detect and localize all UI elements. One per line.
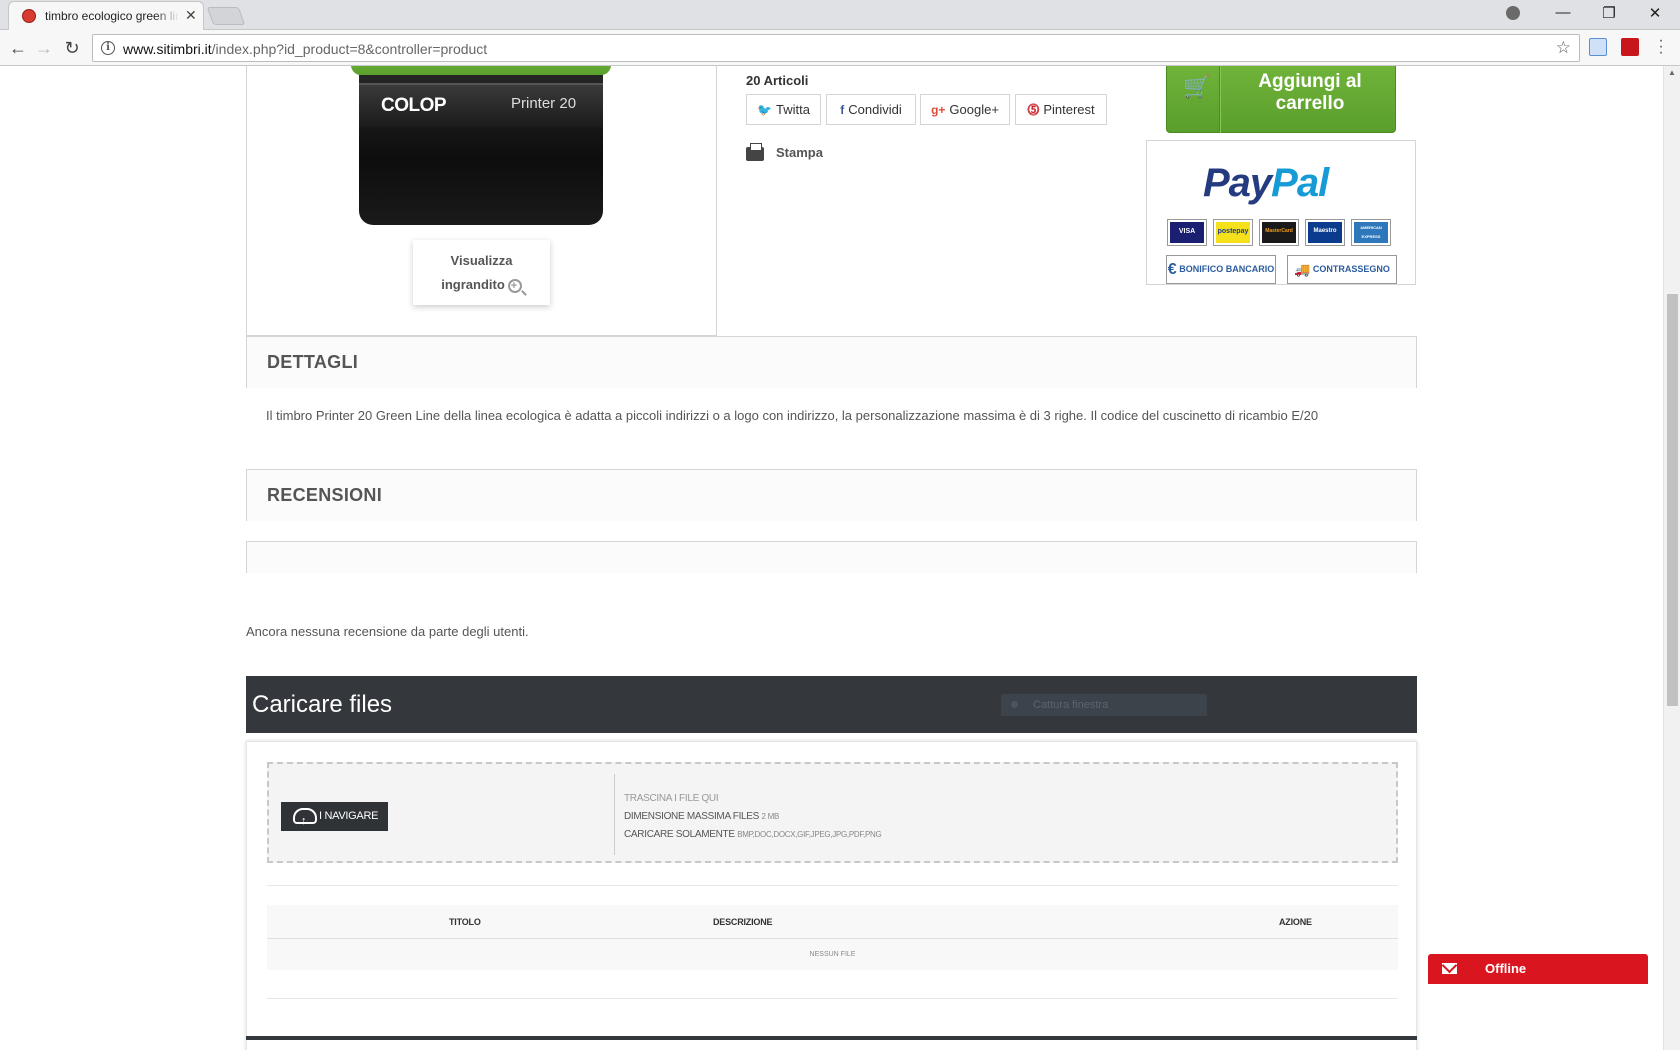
facebook-icon: f <box>840 103 845 117</box>
chat-offline-button[interactable]: Offline <box>1428 954 1648 984</box>
cloud-upload-icon <box>293 807 317 836</box>
browse-files-label: I NAVIGARE <box>319 810 379 822</box>
url-host: www.sitimbri.it <box>123 41 212 57</box>
details-text: Il timbro Printer 20 Green Line della li… <box>266 408 1319 423</box>
max-size-value: 2 MB <box>761 812 780 821</box>
printer-icon <box>746 142 764 161</box>
paypal-logo-part2: Pal <box>1271 161 1329 205</box>
column-description: DESCRIZIONE <box>713 917 773 927</box>
amex-card-icon: AMERICAN EXPRESS <box>1351 219 1391 246</box>
share-facebook-button[interactable]: f Condividi <box>826 94 916 125</box>
google-plus-icon: g+ <box>931 103 946 117</box>
maestro-card-icon: Maestro <box>1305 219 1345 246</box>
max-size-label: DIMENSIONE MASSIMA FILES <box>624 811 760 822</box>
zoom-in-icon <box>507 274 522 298</box>
paypal-logo: PayPal <box>1203 161 1329 206</box>
files-empty-row: NESSUN FILE <box>267 939 1398 970</box>
reload-button[interactable]: ↻ <box>60 36 84 60</box>
share-twitter-label: Twitta <box>775 102 810 117</box>
column-title: TITOLO <box>449 917 481 927</box>
maximize-button[interactable]: ❐ <box>1586 4 1632 22</box>
details-title: DETTAGLI <box>267 352 359 372</box>
scroll-up-icon[interactable]: ▲ <box>1668 68 1676 77</box>
visa-card-icon: VISA <box>1167 219 1207 246</box>
share-google-button[interactable]: g+ Google+ <box>920 94 1010 125</box>
share-pinterest-label: Pinterest <box>1043 102 1095 117</box>
allowed-types-label: CARICARE SOLAMENTE <box>624 829 735 840</box>
back-button[interactable]: ← <box>6 36 30 60</box>
share-google-label: Google+ <box>949 102 999 117</box>
site-info-icon[interactable]: i <box>101 41 115 55</box>
share-pinterest-button[interactable]: ⓹ Pinterest <box>1015 94 1107 125</box>
upload-title: Caricare files <box>252 691 393 718</box>
reviews-title: RECENSIONI <box>267 485 383 505</box>
allowed-types-value: BMP,DOC,DOCX,GIF,JPEG,JPG,PDF,PNG <box>737 830 882 839</box>
cart-icon: 🛒 <box>1183 74 1211 99</box>
page-scrollbar[interactable]: ▲ <box>1663 66 1680 1050</box>
bonifico-icon: € BONIFICO BANCARIO <box>1166 255 1276 284</box>
files-table-header: TITOLO DESCRIZIONE AZIONE <box>267 905 1398 939</box>
stock-count: 20 Articoli <box>746 73 809 88</box>
site-favicon-icon <box>22 9 36 23</box>
browser-tab-strip: timbro ecologico green line ✕ — ❐ ✕ <box>0 0 1680 30</box>
paypal-logo-part1: Pay <box>1203 161 1272 205</box>
stamp-brand-text: COLOP <box>381 95 447 116</box>
view-larger-label-2: ingrandito <box>441 277 505 292</box>
tab-close-icon[interactable]: ✕ <box>185 7 197 24</box>
upload-panel: I NAVIGARE TRASCINA I FILE QUI DIMENSION… <box>246 741 1417 1050</box>
chat-status-label: Offline <box>1485 961 1527 976</box>
pdf-extension-icon[interactable] <box>1621 38 1639 56</box>
browser-menu-icon[interactable]: · · · <box>1658 33 1664 61</box>
add-to-cart-label-2: carrello <box>1275 93 1345 114</box>
file-dropzone[interactable]: I NAVIGARE TRASCINA I FILE QUI DIMENSION… <box>267 762 1398 863</box>
contrassegno-label: CONTRASSEGNO <box>1312 264 1390 274</box>
extension-icon[interactable] <box>1589 38 1607 56</box>
minimize-button[interactable]: — <box>1540 4 1586 21</box>
share-facebook-label: Condividi <box>848 102 902 117</box>
url-text: www.sitimbri.it/index.php?id_product=8&c… <box>123 41 487 57</box>
scroll-thumb[interactable] <box>1667 294 1678 706</box>
column-action: AZIONE <box>1279 917 1312 927</box>
drop-here-text: TRASCINA I FILE QUI <box>624 793 719 804</box>
add-to-cart-label: Aggiungi al carrello <box>1227 71 1393 115</box>
product-image[interactable]: COLOP Printer 20 <box>351 66 611 247</box>
bookmark-star-icon[interactable]: ☆ <box>1556 38 1571 58</box>
upload-section-header: Caricare files Cattura finestra <box>246 676 1417 733</box>
browser-tab[interactable]: timbro ecologico green line ✕ <box>8 1 204 30</box>
tab-title: timbro ecologico green line <box>45 9 179 23</box>
url-path: /index.php?id_product=8&controller=produ… <box>211 41 488 57</box>
contrassegno-icon: 🚚 CONTRASSEGNO <box>1287 255 1397 284</box>
print-label: Stampa <box>776 145 823 160</box>
twitter-icon: 🐦 <box>757 103 772 117</box>
profile-icon[interactable] <box>1506 6 1520 20</box>
bonifico-label: BONIFICO BANCARIO <box>1179 264 1275 274</box>
mastercard-icon: MasterCard <box>1259 219 1299 246</box>
add-to-cart-button[interactable]: 🛒 Aggiungi al carrello <box>1166 66 1396 133</box>
add-to-cart-label-1: Aggiungi al <box>1258 71 1362 92</box>
new-tab-button[interactable] <box>206 7 246 25</box>
view-larger-button[interactable]: Visualizza ingrandito <box>413 240 550 305</box>
browse-files-button[interactable]: I NAVIGARE <box>281 802 388 836</box>
upload-info: TRASCINA I FILE QUI DIMENSIONE MASSIMA F… <box>624 790 882 844</box>
product-image-box: COLOP Printer 20 Visualizza ingrandito <box>246 66 717 336</box>
page-viewport: COLOP Printer 20 Visualizza ingrandito 2… <box>0 66 1663 1050</box>
reviews-section-header: RECENSIONI <box>246 469 1417 521</box>
address-bar[interactable]: i www.sitimbri.it/index.php?id_product=8… <box>92 34 1580 62</box>
payment-methods-box: PayPal VISA postepay MasterCard Maestro … <box>1146 140 1416 285</box>
details-section-header: DETTAGLI <box>246 336 1417 388</box>
pinterest-icon: ⓹ <box>1027 103 1040 117</box>
share-twitter-button[interactable]: 🐦 Twitta <box>746 94 821 125</box>
print-link[interactable]: Stampa <box>746 142 823 161</box>
close-window-button[interactable]: ✕ <box>1632 4 1678 22</box>
no-reviews-text: Ancora nessuna recensione da parte degli… <box>246 624 529 639</box>
forward-button[interactable]: → <box>32 36 56 60</box>
stamp-model-text: Printer 20 <box>511 95 577 112</box>
view-larger-label-1: Visualizza <box>450 253 513 268</box>
reviews-box <box>246 541 1417 573</box>
mail-icon <box>1442 963 1457 974</box>
postepay-card-icon: postepay <box>1213 219 1253 246</box>
browser-toolbar: ← → ↻ i www.sitimbri.it/index.php?id_pro… <box>0 30 1680 66</box>
capture-window-overlay[interactable]: Cattura finestra <box>1001 694 1207 716</box>
